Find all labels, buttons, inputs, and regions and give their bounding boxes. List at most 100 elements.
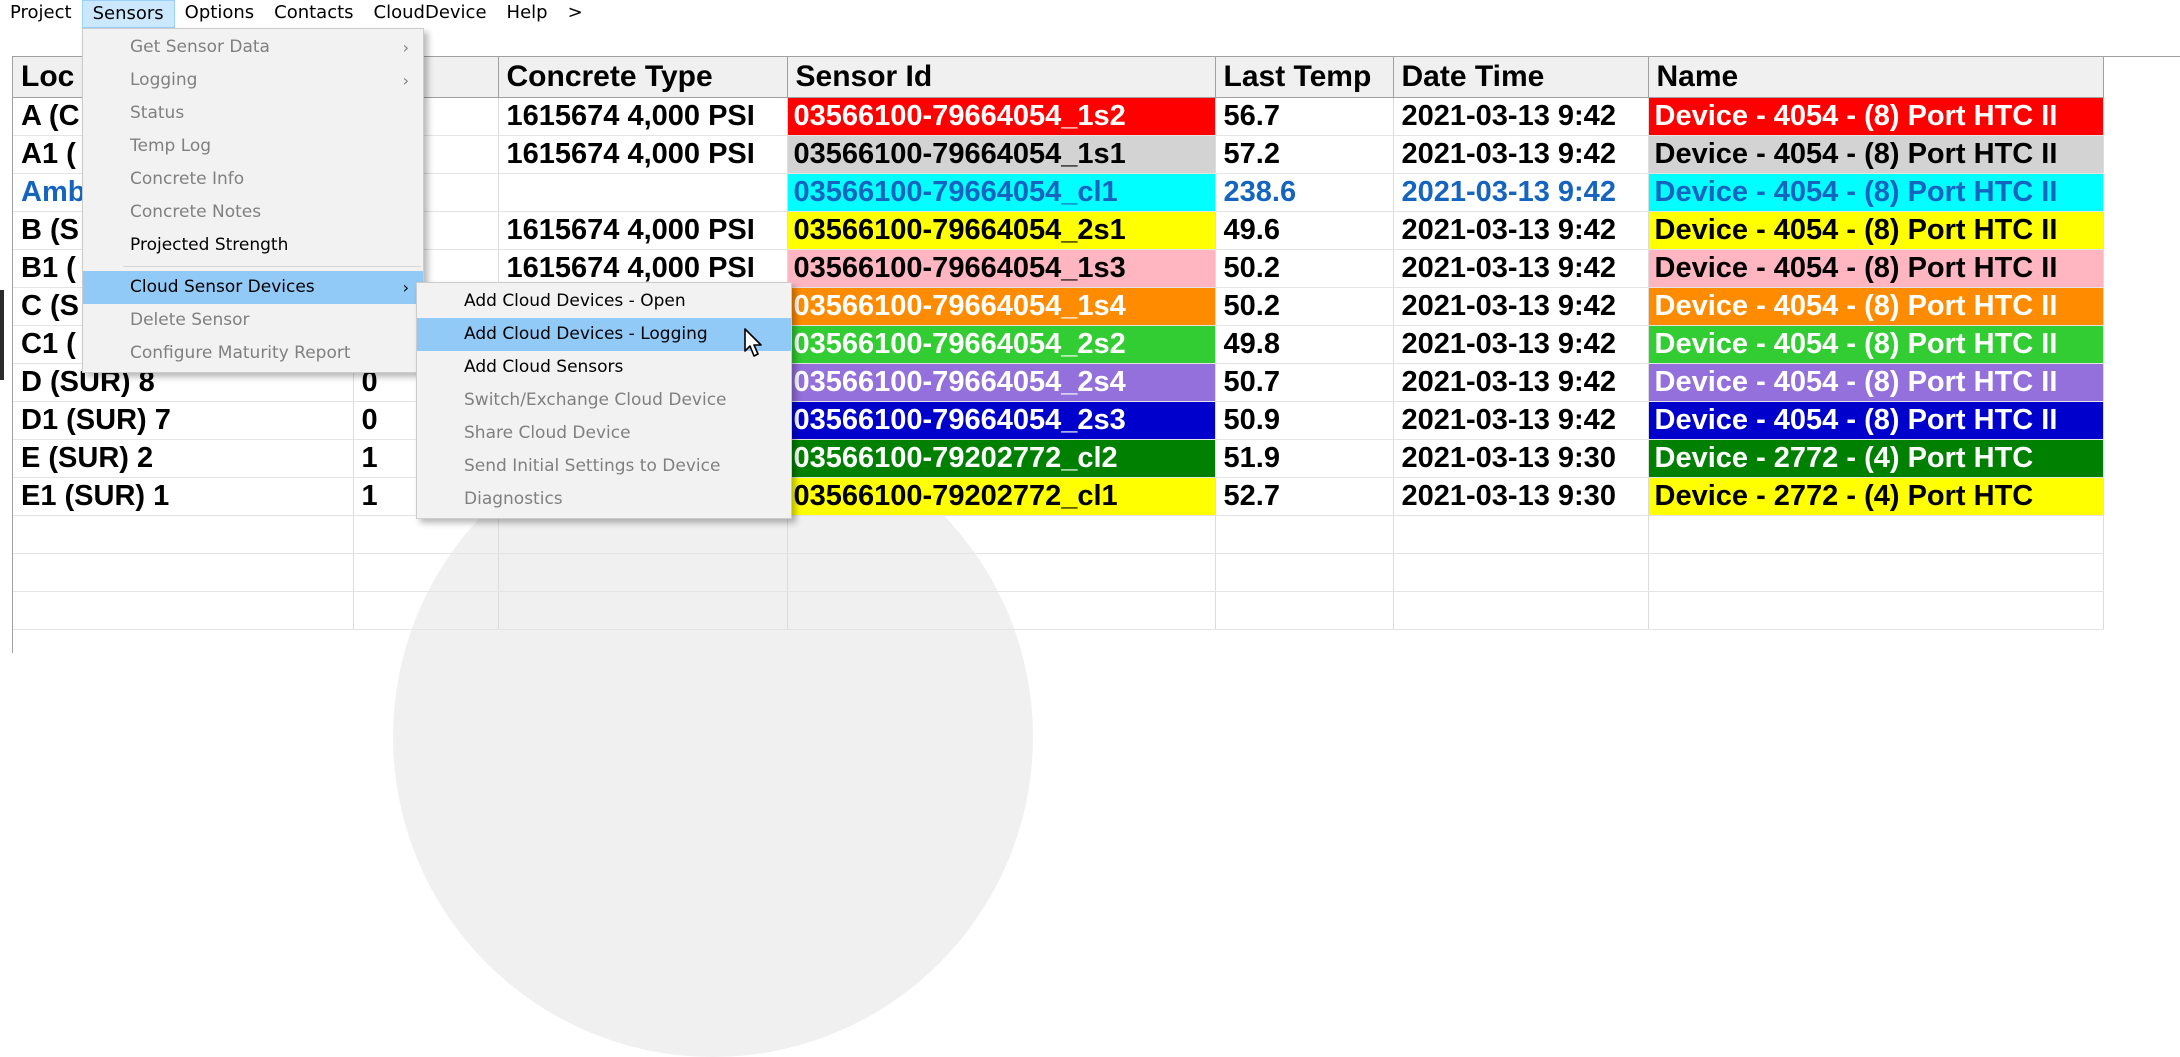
cell-sensor: 03566100-79664054_2s4 — [787, 363, 1216, 402]
cell-temp: 52.7 — [1215, 477, 1394, 516]
cell-sensor: 03566100-79202772_cl2 — [787, 439, 1216, 478]
table-row[interactable]: E1 (SUR) 1 1 03566100-79202772_cl1 52.7 2021… — [13, 477, 2104, 516]
cell-datetime: 2021-03-13 9:42 — [1393, 401, 1649, 440]
cell-type — [498, 173, 788, 212]
menu-sensors[interactable]: Sensors — [81, 0, 175, 28]
cell-temp: 50.7 — [1215, 363, 1394, 402]
cell-datetime: 2021-03-13 9:42 — [1393, 249, 1649, 288]
empty-cell — [1215, 553, 1394, 592]
table-row[interactable]: D1 (SUR) 7 0 03566100-79664054_2s3 50.9 2021… — [13, 401, 2104, 440]
empty-cell — [1215, 515, 1394, 554]
menu-item-projected-strength[interactable]: Projected Strength — [83, 229, 423, 262]
cell-loc: E1 (SUR) 1 — [13, 477, 354, 516]
menu-item-logging[interactable]: Logging › — [83, 64, 423, 97]
cell-loc: D1 (SUR) 7 — [13, 401, 354, 440]
cell-name: Device - 4054 - (8) Port HTC II — [1648, 401, 2104, 440]
cell-temp: 49.8 — [1215, 325, 1394, 364]
cell-sensor: 03566100-79664054_2s1 — [787, 211, 1216, 250]
empty-cell — [353, 515, 499, 554]
mouse-pointer-icon — [744, 328, 762, 357]
cell-datetime: 2021-03-13 9:42 — [1393, 97, 1649, 136]
cell-name: Device - 4054 - (8) Port HTC II — [1648, 287, 2104, 326]
menu-item-label: Status — [130, 103, 185, 123]
cloud-sensor-devices-submenu: Add Cloud Devices - Open Add Cloud Device… — [416, 282, 792, 519]
empty-cell — [498, 515, 788, 554]
menu-clouddevice[interactable]: CloudDevice — [364, 0, 497, 28]
menu-contacts[interactable]: Contacts — [264, 0, 363, 28]
empty-cell — [13, 553, 354, 592]
empty-cell — [1648, 515, 2104, 554]
cell-datetime: 2021-03-13 9:30 — [1393, 439, 1649, 478]
submenu-item-add-cloud-devices-logging[interactable]: Add Cloud Devices - Logging — [417, 318, 791, 351]
menu-overflow[interactable]: > — [558, 0, 593, 28]
menu-item-get-sensor-data[interactable]: Get Sensor Data › — [83, 31, 423, 64]
cell-sensor: 03566100-79664054_1s2 — [787, 97, 1216, 136]
cell-type: 1615674 4,000 PSI — [498, 135, 788, 174]
menu-item-temp-log[interactable]: Temp Log — [83, 130, 423, 163]
cell-temp: 51.9 — [1215, 439, 1394, 478]
menu-item-configure-maturity-report[interactable]: Configure Maturity Report — [83, 337, 423, 370]
table-row[interactable]: E (SUR) 2 1 03566100-79202772_cl2 51.9 2021-… — [13, 439, 2104, 478]
cell-type: 1615674 4,000 PSI — [498, 97, 788, 136]
cell-name: Device - 4054 - (8) Port HTC II — [1648, 173, 2104, 212]
menu-item-label: Configure Maturity Report — [130, 343, 351, 363]
menu-item-label: Add Cloud Devices - Open — [464, 291, 686, 311]
menu-item-cloud-sensor-devices[interactable]: Cloud Sensor Devices › — [83, 271, 423, 304]
cell-sensor: 03566100-79664054_1s3 — [787, 249, 1216, 288]
empty-row — [13, 553, 2104, 592]
cell-name: Device - 4054 - (8) Port HTC II — [1648, 211, 2104, 250]
submenu-item-add-cloud-sensors[interactable]: Add Cloud Sensors — [417, 351, 791, 384]
column-header-last-temp[interactable]: Last Temp — [1215, 57, 1394, 98]
chevron-right-icon: › — [402, 38, 409, 57]
cell-datetime: 2021-03-13 9:42 — [1393, 287, 1649, 326]
submenu-item-switch-exchange-cloud-device[interactable]: Switch/Exchange Cloud Device — [417, 384, 791, 417]
submenu-item-share-cloud-device[interactable]: Share Cloud Device — [417, 417, 791, 450]
cell-name: Device - 4054 - (8) Port HTC II — [1648, 97, 2104, 136]
column-header-sensor-id[interactable]: Sensor Id — [787, 57, 1216, 98]
empty-row — [13, 591, 2104, 630]
cell-temp: 56.7 — [1215, 97, 1394, 136]
empty-cell — [1393, 591, 1649, 630]
menu-item-delete-sensor[interactable]: Delete Sensor — [83, 304, 423, 337]
cell-name: Device - 2772 - (4) Port HTC — [1648, 477, 2104, 516]
cell-temp: 49.6 — [1215, 211, 1394, 250]
cell-datetime: 2021-03-13 9:42 — [1393, 325, 1649, 364]
empty-cell — [353, 591, 499, 630]
column-header-date-time[interactable]: Date Time — [1393, 57, 1649, 98]
menu-item-label: Get Sensor Data — [130, 37, 270, 57]
empty-cell — [13, 591, 354, 630]
submenu-item-send-initial-settings[interactable]: Send Initial Settings to Device — [417, 450, 791, 483]
menu-item-label: Switch/Exchange Cloud Device — [464, 390, 727, 410]
empty-cell — [1393, 515, 1649, 554]
cell-datetime: 2021-03-13 9:42 — [1393, 211, 1649, 250]
menu-project[interactable]: Project — [0, 0, 82, 28]
empty-cell — [1648, 553, 2104, 592]
menu-item-status[interactable]: Status — [83, 97, 423, 130]
column-header-name[interactable]: Name — [1648, 57, 2104, 98]
menu-item-label: Share Cloud Device — [464, 423, 631, 443]
menu-separator — [123, 266, 421, 267]
cell-name: Device - 4054 - (8) Port HTC II — [1648, 135, 2104, 174]
cell-sensor: 03566100-79664054_1s4 — [787, 287, 1216, 326]
menu-item-concrete-info[interactable]: Concrete Info — [83, 163, 423, 196]
cell-loc: E (SUR) 2 — [13, 439, 354, 478]
sensors-dropdown-menu: Get Sensor Data › Logging › Status Temp Log Co… — [82, 28, 424, 373]
menu-item-concrete-notes[interactable]: Concrete Notes — [83, 196, 423, 229]
cell-sensor: 03566100-79202772_cl1 — [787, 477, 1216, 516]
cell-datetime: 2021-03-13 9:30 — [1393, 477, 1649, 516]
cell-sensor: 03566100-79664054_2s3 — [787, 401, 1216, 440]
empty-cell — [787, 553, 1216, 592]
submenu-item-add-cloud-devices-open[interactable]: Add Cloud Devices - Open — [417, 285, 791, 318]
cell-name: Device - 4054 - (8) Port HTC II — [1648, 325, 2104, 364]
submenu-item-diagnostics[interactable]: Diagnostics — [417, 483, 791, 516]
cell-temp: 57.2 — [1215, 135, 1394, 174]
menu-item-label: Temp Log — [130, 136, 212, 156]
menu-item-label: Projected Strength — [130, 235, 289, 255]
empty-cell — [498, 591, 788, 630]
menu-options[interactable]: Options — [175, 0, 264, 28]
column-header-concrete-type[interactable]: Concrete Type — [498, 57, 788, 98]
menu-help[interactable]: Help — [497, 0, 558, 28]
cell-sensor: 03566100-79664054_2s2 — [787, 325, 1216, 364]
menu-item-label: Add Cloud Sensors — [464, 357, 624, 377]
chevron-right-icon: › — [402, 278, 409, 297]
